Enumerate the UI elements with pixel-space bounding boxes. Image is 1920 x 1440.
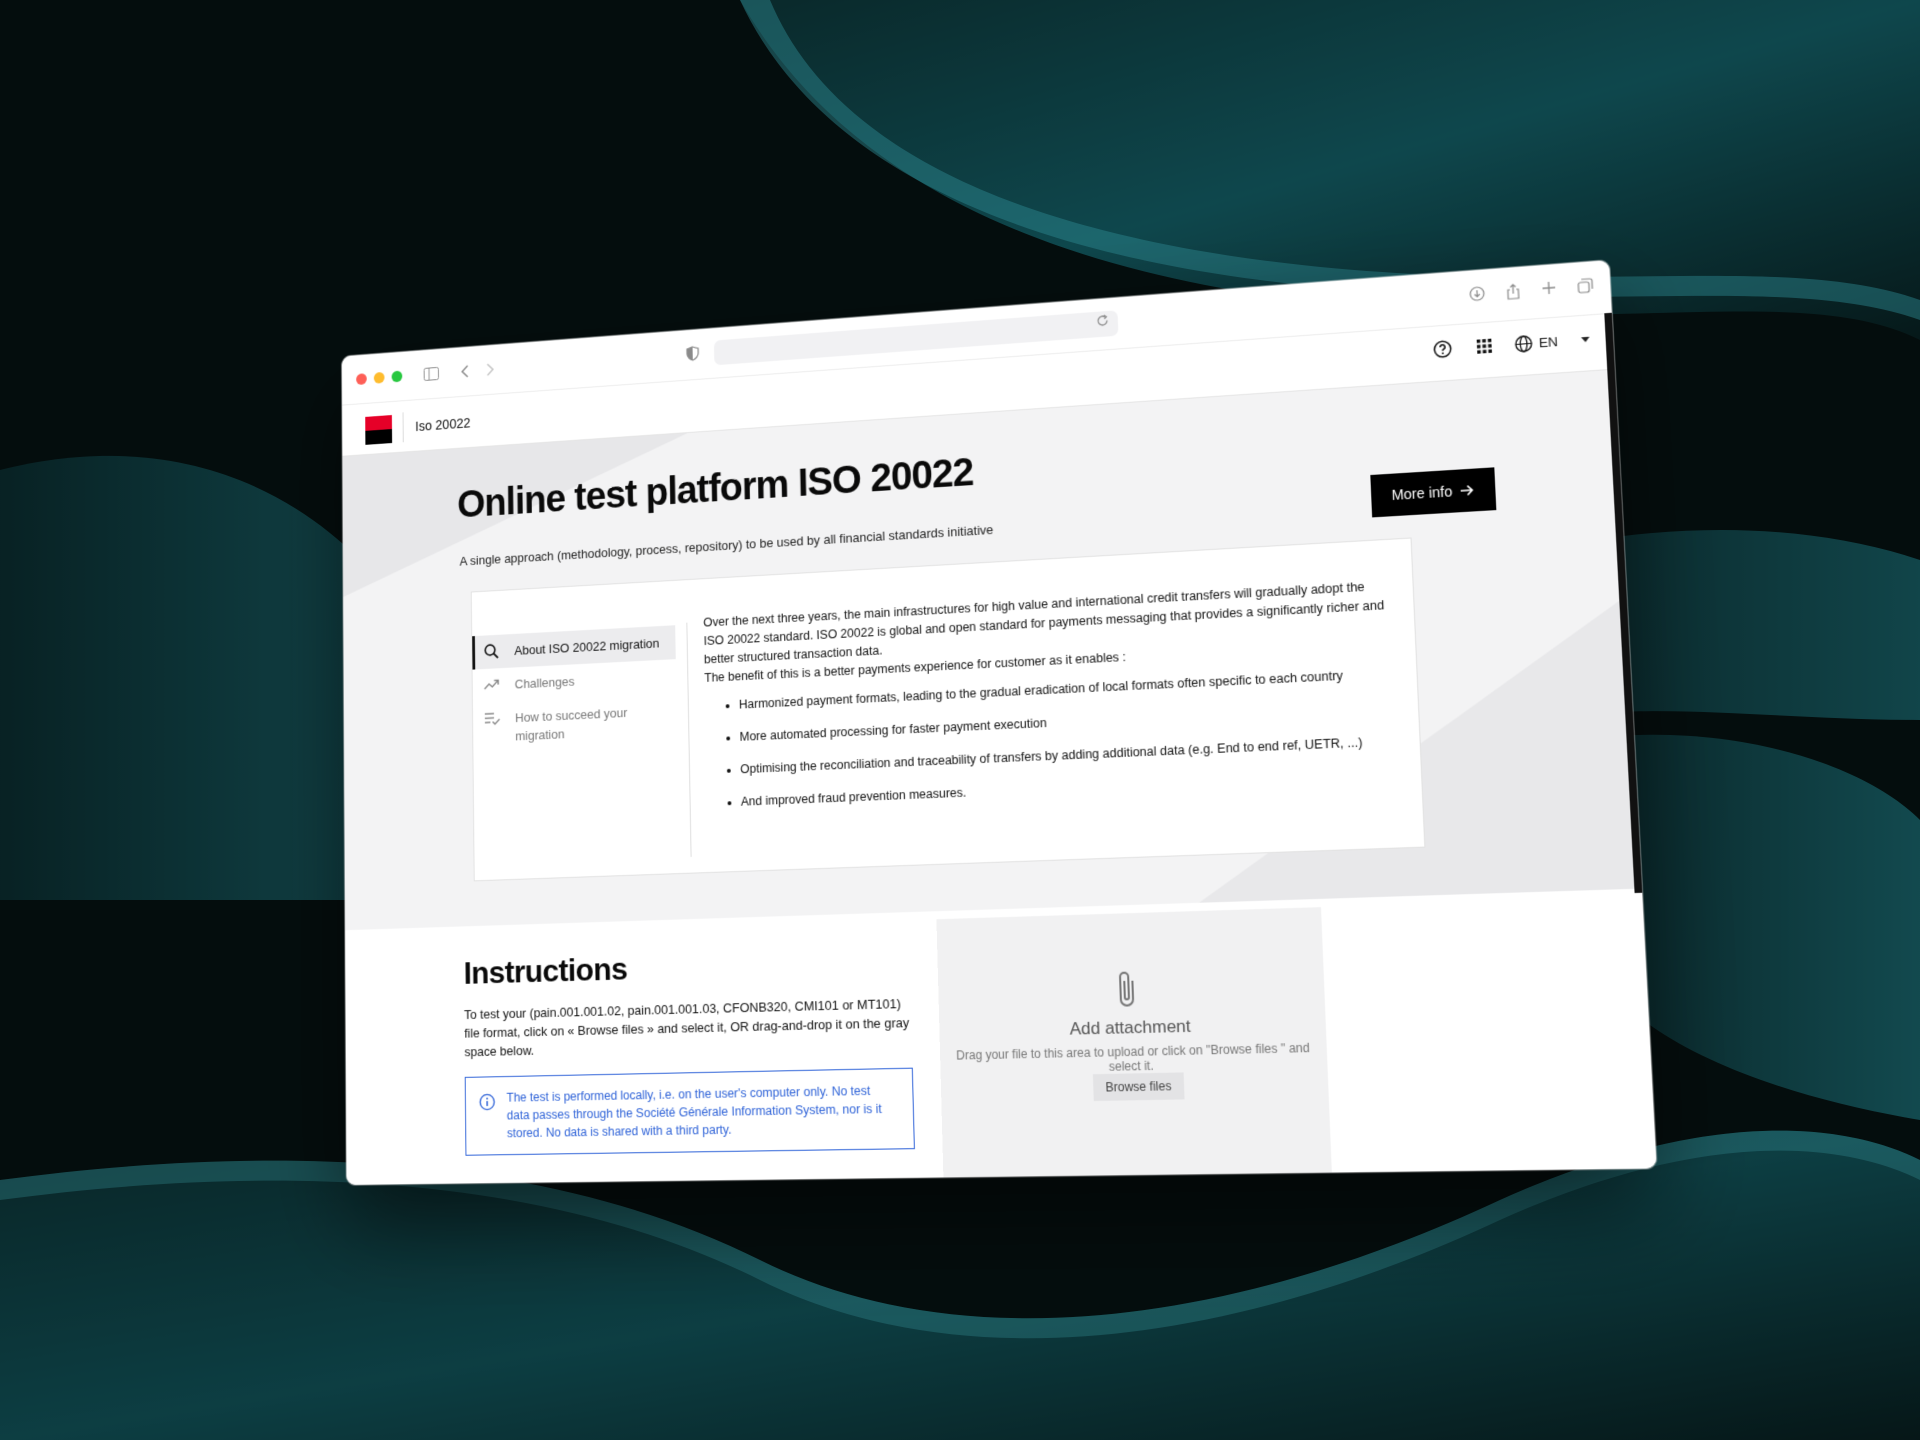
more-info-label: More info xyxy=(1391,483,1453,504)
sidebar-item-label: Challenges xyxy=(514,673,575,692)
arrow-right-icon xyxy=(1459,484,1474,497)
forward-arrow-icon[interactable] xyxy=(486,363,495,377)
benefit-list: Harmonized payment formats, leading to t… xyxy=(705,664,1395,813)
browser-window: Iso 20022 EN Online test platform ISO 20… xyxy=(341,260,1657,1185)
upload-hint: Drag your file to this area to upload or… xyxy=(956,1040,1310,1074)
reload-icon[interactable] xyxy=(1096,314,1109,331)
info-sidebar: About ISO 20022 migration Challenges How… xyxy=(472,625,677,755)
trending-up-icon xyxy=(484,676,501,694)
globe-icon xyxy=(1514,334,1533,352)
new-tab-icon[interactable] xyxy=(1541,280,1557,301)
hero-section: Online test platform ISO 20022 A single … xyxy=(342,369,1642,931)
brand-logo[interactable] xyxy=(365,415,393,445)
privacy-shield-icon xyxy=(686,346,699,362)
card-divider xyxy=(686,622,692,857)
instructions-description: To test your (pain.001.001.02, pain.001.… xyxy=(464,995,910,1060)
help-icon[interactable] xyxy=(1431,337,1455,361)
info-content: Over the next three years, the main infr… xyxy=(703,577,1395,827)
chevron-down-icon xyxy=(1581,336,1590,342)
download-icon[interactable] xyxy=(1469,286,1486,307)
instructions-title: Instructions xyxy=(463,950,628,991)
sidebar-item-label: How to succeed your migration xyxy=(515,705,628,744)
instructions-panel: Instructions To test your (pain.001.001.… xyxy=(463,942,915,1156)
instructions-section: Instructions To test your (pain.001.001.… xyxy=(345,888,1657,1185)
info-icon xyxy=(479,1093,496,1111)
app-title: Iso 20022 xyxy=(415,415,471,434)
share-icon[interactable] xyxy=(1505,283,1521,304)
browse-files-button[interactable]: Browse files xyxy=(1092,1072,1185,1102)
window-controls xyxy=(356,370,403,386)
search-icon xyxy=(483,642,500,660)
close-window-button[interactable] xyxy=(356,373,367,386)
tab-overview-icon[interactable] xyxy=(1577,278,1594,299)
more-info-button[interactable]: More info xyxy=(1369,467,1497,518)
add-attachment-title: Add attachment xyxy=(1069,1016,1192,1039)
zoom-window-button[interactable] xyxy=(391,370,403,383)
checklist-icon xyxy=(484,709,501,727)
privacy-notice-text: The test is performed locally, i.e. on t… xyxy=(506,1083,883,1141)
back-arrow-icon[interactable] xyxy=(460,365,469,379)
apps-grid-icon[interactable] xyxy=(1472,334,1496,358)
paperclip-icon xyxy=(1112,968,1144,1010)
privacy-notice: The test is performed locally, i.e. on t… xyxy=(464,1067,915,1156)
sidebar-item-label: About ISO 20022 migration xyxy=(514,635,660,658)
file-drop-zone[interactable]: Add attachment Drag your file to this ar… xyxy=(936,907,1332,1180)
sidebar-item-succeed-migration[interactable]: How to succeed your migration xyxy=(473,693,677,755)
info-card: About ISO 20022 migration Challenges How… xyxy=(470,537,1426,882)
browser-actions xyxy=(1469,278,1594,307)
minimize-window-button[interactable] xyxy=(373,371,385,384)
language-selector[interactable]: EN xyxy=(1514,330,1590,353)
language-label: EN xyxy=(1538,333,1559,350)
header-divider xyxy=(402,412,404,443)
header-actions: EN xyxy=(1431,328,1591,361)
sidebar-toggle-icon[interactable] xyxy=(424,367,439,381)
